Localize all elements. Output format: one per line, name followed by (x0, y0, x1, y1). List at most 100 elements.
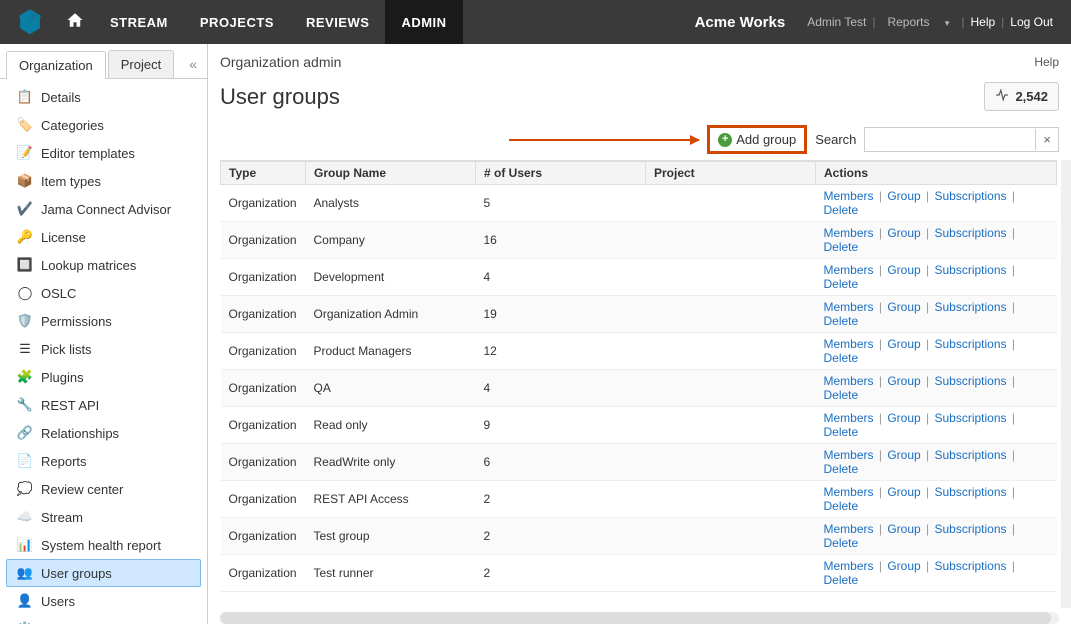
reports-icon: 📄 (17, 453, 33, 469)
group-link[interactable]: Group (887, 411, 920, 425)
members-link[interactable]: Members (824, 263, 874, 277)
cell-type: Organization (221, 555, 306, 592)
members-link[interactable]: Members (824, 337, 874, 351)
subscriptions-link[interactable]: Subscriptions (934, 485, 1006, 499)
collapse-icon[interactable]: « (189, 56, 201, 72)
group-link[interactable]: Group (887, 337, 920, 351)
clear-search-button[interactable]: × (1035, 129, 1058, 150)
sidebar-item-rest-api[interactable]: 🔧REST API (6, 391, 201, 419)
sidebar-item-reports[interactable]: 📄Reports (6, 447, 201, 475)
subscriptions-link[interactable]: Subscriptions (934, 411, 1006, 425)
delete-link[interactable]: Delete (824, 573, 859, 587)
user-link[interactable]: Admin Test (801, 15, 872, 29)
group-link[interactable]: Group (887, 374, 920, 388)
sidebar-item-stream[interactable]: ☁️Stream (6, 503, 201, 531)
subscriptions-link[interactable]: Subscriptions (934, 226, 1006, 240)
sidebar-item-plugins[interactable]: 🧩Plugins (6, 363, 201, 391)
sidebar-item-pick-lists[interactable]: ☰Pick lists (6, 335, 201, 363)
subscriptions-link[interactable]: Subscriptions (934, 263, 1006, 277)
group-link[interactable]: Group (887, 300, 920, 314)
search-label: Search (815, 132, 856, 147)
help-link[interactable]: Help (1034, 55, 1059, 69)
help-link-header[interactable]: Help (964, 15, 1001, 29)
delete-link[interactable]: Delete (824, 462, 859, 476)
sidebar-item-categories[interactable]: 🏷️Categories (6, 111, 201, 139)
sidebar-item-jama-connect-advisor[interactable]: ✔️Jama Connect Advisor (6, 195, 201, 223)
horizontal-scrollbar[interactable] (220, 612, 1059, 624)
cell-users: 4 (476, 259, 646, 296)
logo[interactable] (12, 4, 48, 40)
vertical-scrollbar[interactable] (1061, 160, 1071, 608)
reports-link[interactable]: Reports ▾ (875, 15, 961, 29)
group-link[interactable]: Group (887, 522, 920, 536)
nav-item-stream[interactable]: STREAM (94, 0, 184, 44)
subscriptions-link[interactable]: Subscriptions (934, 559, 1006, 573)
cell-type: Organization (221, 296, 306, 333)
members-link[interactable]: Members (824, 448, 874, 462)
members-link[interactable]: Members (824, 522, 874, 536)
sidebar-item-editor-templates[interactable]: 📝Editor templates (6, 139, 201, 167)
subscriptions-link[interactable]: Subscriptions (934, 300, 1006, 314)
column-header[interactable]: Group Name (306, 162, 476, 185)
subscriptions-link[interactable]: Subscriptions (934, 522, 1006, 536)
column-header[interactable]: Project (646, 162, 816, 185)
cell-name: Development (306, 259, 476, 296)
sidebar-item-system-health-report[interactable]: 📊System health report (6, 531, 201, 559)
page-title: User groups (220, 84, 340, 110)
sidebar-item-license[interactable]: 🔑License (6, 223, 201, 251)
search-input[interactable] (865, 128, 1035, 151)
members-link[interactable]: Members (824, 374, 874, 388)
members-link[interactable]: Members (824, 559, 874, 573)
tab-project[interactable]: Project (108, 50, 174, 78)
group-link[interactable]: Group (887, 226, 920, 240)
sidebar-item-user-groups[interactable]: 👥User groups (6, 559, 201, 587)
subscriptions-link[interactable]: Subscriptions (934, 448, 1006, 462)
table-row: OrganizationDevelopment4Members | Group … (221, 259, 1057, 296)
sidebar-item-users[interactable]: 👤Users (6, 587, 201, 615)
members-link[interactable]: Members (824, 485, 874, 499)
home-icon[interactable] (66, 11, 84, 34)
delete-link[interactable]: Delete (824, 314, 859, 328)
members-link[interactable]: Members (824, 226, 874, 240)
delete-link[interactable]: Delete (824, 240, 859, 254)
delete-link[interactable]: Delete (824, 203, 859, 217)
nav-item-admin[interactable]: ADMIN (385, 0, 462, 44)
group-link[interactable]: Group (887, 189, 920, 203)
members-link[interactable]: Members (824, 189, 874, 203)
column-header[interactable]: Type (221, 162, 306, 185)
sidebar-item-workflow[interactable]: ⚙️Workflow (6, 615, 201, 624)
logout-link[interactable]: Log Out (1004, 15, 1059, 29)
column-header[interactable]: Actions (816, 162, 1057, 185)
nav-item-reviews[interactable]: REVIEWS (290, 0, 385, 44)
cell-users: 5 (476, 185, 646, 222)
sidebar-item-item-types[interactable]: 📦Item types (6, 167, 201, 195)
sidebar-item-lookup-matrices[interactable]: 🔲Lookup matrices (6, 251, 201, 279)
tab-organization[interactable]: Organization (6, 51, 106, 79)
members-link[interactable]: Members (824, 411, 874, 425)
subscriptions-link[interactable]: Subscriptions (934, 337, 1006, 351)
members-link[interactable]: Members (824, 300, 874, 314)
delete-link[interactable]: Delete (824, 536, 859, 550)
table-row: OrganizationTest runner2Members | Group … (221, 555, 1057, 592)
sidebar-item-details[interactable]: 📋Details (6, 83, 201, 111)
subscriptions-link[interactable]: Subscriptions (934, 374, 1006, 388)
add-group-button[interactable]: + Add group (707, 125, 807, 154)
column-header[interactable]: # of Users (476, 162, 646, 185)
sidebar-item-review-center[interactable]: 💭Review center (6, 475, 201, 503)
cell-name: Read only (306, 407, 476, 444)
delete-link[interactable]: Delete (824, 351, 859, 365)
sidebar-item-permissions[interactable]: 🛡️Permissions (6, 307, 201, 335)
subscriptions-link[interactable]: Subscriptions (934, 189, 1006, 203)
sidebar-item-oslc[interactable]: ◯OSLC (6, 279, 201, 307)
group-link[interactable]: Group (887, 485, 920, 499)
group-link[interactable]: Group (887, 448, 920, 462)
delete-link[interactable]: Delete (824, 499, 859, 513)
group-link[interactable]: Group (887, 559, 920, 573)
sidebar-item-label: Users (41, 594, 75, 609)
nav-item-projects[interactable]: PROJECTS (184, 0, 290, 44)
sidebar-item-relationships[interactable]: 🔗Relationships (6, 419, 201, 447)
group-link[interactable]: Group (887, 263, 920, 277)
delete-link[interactable]: Delete (824, 388, 859, 402)
delete-link[interactable]: Delete (824, 425, 859, 439)
delete-link[interactable]: Delete (824, 277, 859, 291)
